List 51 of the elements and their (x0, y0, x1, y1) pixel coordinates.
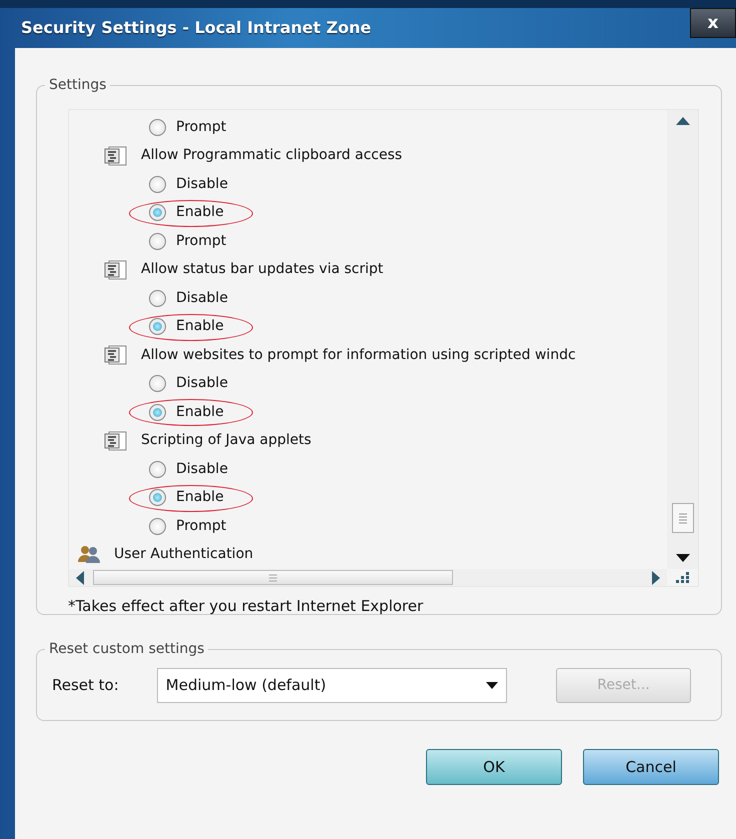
option-label[interactable]: Enable (176, 202, 224, 224)
footnote: *Takes effect after you restart Internet Explorer (68, 596, 424, 617)
resize-grip-icon[interactable] (676, 572, 690, 584)
scroll-thumb[interactable] (93, 570, 453, 585)
option-label[interactable]: Prompt (176, 116, 226, 138)
reset-label: Reset to: (52, 674, 119, 696)
scroll-down-icon[interactable] (676, 553, 690, 563)
option-label[interactable]: Prompt (176, 230, 226, 252)
radio-button[interactable] (149, 176, 166, 193)
radio-button[interactable] (149, 460, 166, 478)
option-label[interactable]: Enable (176, 402, 224, 423)
group-legend: Settings (45, 75, 110, 95)
option-label[interactable]: Enable (176, 316, 224, 338)
scroll-thumb[interactable] (672, 503, 694, 533)
radio-button[interactable] (149, 489, 166, 506)
group-legend: Reset custom settings (45, 639, 208, 659)
setting-heading: Allow Programmatic clipboard access (141, 146, 402, 166)
setting-heading: Allow status bar updates via script (141, 260, 384, 280)
setting-heading: Scripting of Java applets (141, 431, 312, 450)
ok-button[interactable]: OK (426, 749, 562, 785)
window-title: Security Settings - Local Intranet Zone (20, 17, 372, 39)
option-label[interactable]: Disable (176, 174, 228, 195)
radio-button[interactable] (149, 375, 166, 392)
radio-button[interactable] (149, 318, 166, 336)
vertical-scrollbar[interactable] (667, 110, 698, 569)
radio-button[interactable] (149, 204, 166, 222)
scroll-up-icon[interactable] (676, 116, 690, 126)
script-icon (104, 258, 128, 281)
script-icon (104, 430, 128, 452)
radio-button[interactable] (149, 118, 166, 136)
option-label[interactable]: Disable (176, 288, 228, 309)
option-label[interactable]: Enable (176, 487, 224, 508)
cancel-button[interactable]: Cancel (583, 749, 719, 785)
close-button[interactable]: x (690, 8, 736, 38)
setting-heading: User Authentication (114, 545, 254, 564)
radio-button[interactable] (149, 232, 166, 250)
users-icon (77, 544, 101, 566)
horizontal-scrollbar[interactable] (69, 569, 667, 586)
level-dropdown[interactable]: Medium-low (default) (156, 668, 507, 702)
option-label[interactable]: Prompt (176, 516, 226, 537)
scroll-left-icon[interactable] (75, 570, 85, 584)
radio-button[interactable] (149, 404, 166, 421)
setting-heading: Allow websites to prompt for information using scripted windc (141, 346, 576, 365)
script-icon (104, 344, 128, 366)
option-label[interactable]: Disable (176, 373, 228, 394)
scroll-right-icon[interactable] (651, 570, 661, 584)
script-icon (104, 144, 128, 167)
radio-button[interactable] (149, 518, 166, 535)
caret-icon (486, 682, 498, 688)
option-label[interactable]: Disable (176, 458, 228, 480)
radio-button[interactable] (149, 290, 166, 307)
